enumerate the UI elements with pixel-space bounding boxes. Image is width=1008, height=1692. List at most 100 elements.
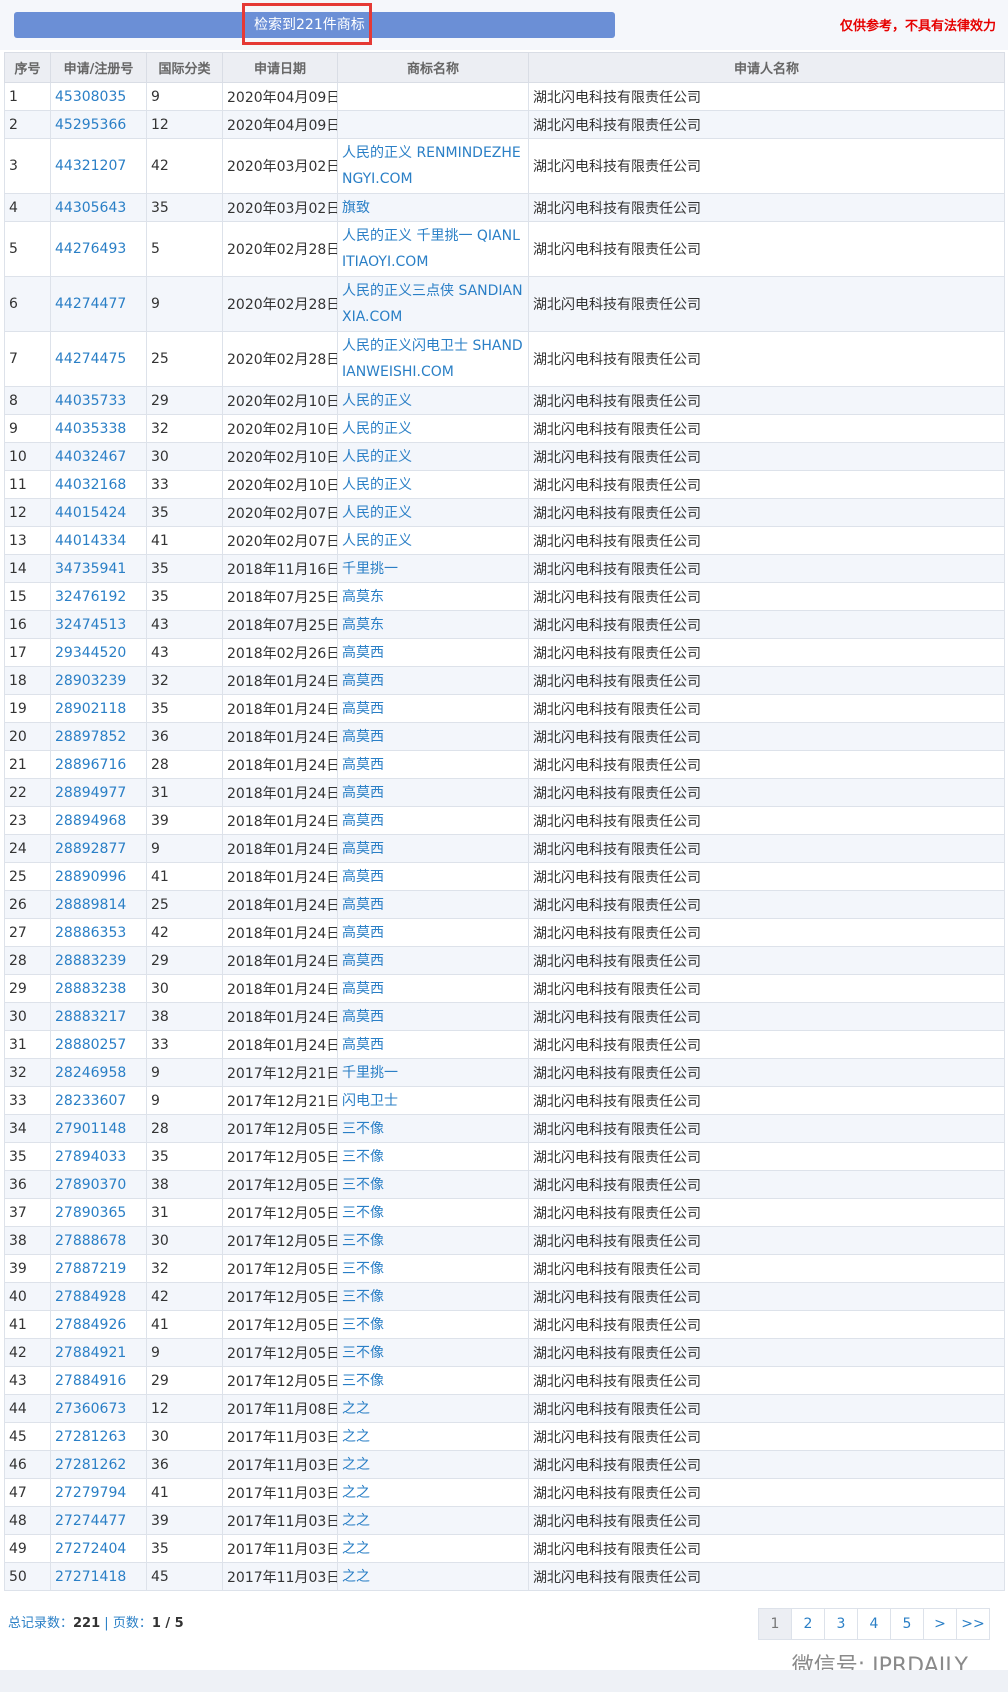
cell-trademark-name[interactable]: 人民的正义 — [337, 386, 529, 415]
cell-reg-number[interactable]: 44032467 — [50, 442, 147, 471]
cell-trademark-name[interactable]: 三不像 — [337, 1254, 529, 1283]
cell-reg-number[interactable]: 28880257 — [50, 1030, 147, 1059]
page-3-button[interactable]: 3 — [824, 1608, 858, 1640]
cell-trademark-name[interactable]: 高莫西 — [337, 694, 529, 723]
cell-trademark-name[interactable]: 人民的正义 — [337, 470, 529, 499]
cell-reg-number[interactable]: 27360673 — [50, 1394, 147, 1423]
cell-trademark-name[interactable]: 之之 — [337, 1562, 529, 1591]
cell-trademark-name[interactable]: 高莫西 — [337, 918, 529, 947]
cell-trademark-name[interactable]: 三不像 — [337, 1310, 529, 1339]
next-page-button[interactable]: > — [923, 1608, 957, 1640]
cell-trademark-name[interactable]: 之之 — [337, 1478, 529, 1507]
cell-reg-number[interactable]: 28890996 — [50, 862, 147, 891]
cell-reg-number[interactable]: 28892877 — [50, 834, 147, 863]
cell-reg-number[interactable]: 27888678 — [50, 1226, 147, 1255]
cell-reg-number[interactable]: 27887219 — [50, 1254, 147, 1283]
cell-trademark-name[interactable]: 三不像 — [337, 1338, 529, 1367]
cell-reg-number[interactable]: 45308035 — [50, 82, 147, 111]
cell-trademark-name[interactable]: 三不像 — [337, 1114, 529, 1143]
cell-trademark-name[interactable] — [337, 82, 529, 111]
cell-trademark-name[interactable]: 高莫西 — [337, 722, 529, 751]
cell-reg-number[interactable]: 28233607 — [50, 1086, 147, 1115]
cell-trademark-name[interactable]: 高莫东 — [337, 582, 529, 611]
cell-reg-number[interactable]: 44014334 — [50, 526, 147, 555]
cell-reg-number[interactable]: 28896716 — [50, 750, 147, 779]
cell-trademark-name[interactable]: 之之 — [337, 1394, 529, 1423]
cell-reg-number[interactable]: 28897852 — [50, 722, 147, 751]
cell-reg-number[interactable]: 27884926 — [50, 1310, 147, 1339]
cell-reg-number[interactable]: 45295366 — [50, 110, 147, 139]
cell-trademark-name[interactable]: 之之 — [337, 1450, 529, 1479]
page-5-button[interactable]: 5 — [890, 1608, 924, 1640]
cell-reg-number[interactable]: 32476192 — [50, 582, 147, 611]
cell-trademark-name[interactable]: 旗致 — [337, 193, 529, 222]
cell-reg-number[interactable]: 44276493 — [50, 221, 147, 277]
cell-trademark-name[interactable]: 之之 — [337, 1422, 529, 1451]
cell-reg-number[interactable]: 44035733 — [50, 386, 147, 415]
cell-trademark-name[interactable]: 之之 — [337, 1506, 529, 1535]
cell-trademark-name[interactable] — [337, 110, 529, 139]
cell-trademark-name[interactable]: 三不像 — [337, 1226, 529, 1255]
last-page-button[interactable]: >> — [956, 1608, 990, 1640]
cell-reg-number[interactable]: 44274477 — [50, 276, 147, 332]
cell-reg-number[interactable]: 27884928 — [50, 1282, 147, 1311]
cell-trademark-name[interactable]: 高莫西 — [337, 1002, 529, 1031]
cell-reg-number[interactable]: 27890365 — [50, 1198, 147, 1227]
cell-reg-number[interactable]: 28883238 — [50, 974, 147, 1003]
cell-trademark-name[interactable]: 高莫西 — [337, 666, 529, 695]
cell-trademark-name[interactable]: 闪电卫士 — [337, 1086, 529, 1115]
cell-trademark-name[interactable]: 高莫西 — [337, 778, 529, 807]
cell-reg-number[interactable]: 28883217 — [50, 1002, 147, 1031]
cell-trademark-name[interactable]: 高莫西 — [337, 834, 529, 863]
cell-trademark-name[interactable]: 高莫西 — [337, 974, 529, 1003]
cell-reg-number[interactable]: 28886353 — [50, 918, 147, 947]
cell-trademark-name[interactable]: 人民的正义 — [337, 526, 529, 555]
cell-trademark-name[interactable]: 人民的正义 — [337, 414, 529, 443]
cell-trademark-name[interactable]: 三不像 — [337, 1170, 529, 1199]
cell-trademark-name[interactable]: 千里挑一 — [337, 1058, 529, 1087]
cell-reg-number[interactable]: 27901148 — [50, 1114, 147, 1143]
cell-reg-number[interactable]: 28883239 — [50, 946, 147, 975]
cell-reg-number[interactable]: 44305643 — [50, 193, 147, 222]
cell-reg-number[interactable]: 27281263 — [50, 1422, 147, 1451]
cell-trademark-name[interactable]: 高莫东 — [337, 610, 529, 639]
cell-reg-number[interactable]: 27890370 — [50, 1170, 147, 1199]
page-1-button[interactable]: 1 — [758, 1608, 792, 1640]
cell-reg-number[interactable]: 27884921 — [50, 1338, 147, 1367]
cell-reg-number[interactable]: 27271418 — [50, 1562, 147, 1591]
cell-reg-number[interactable]: 27274477 — [50, 1506, 147, 1535]
cell-reg-number[interactable]: 44274475 — [50, 331, 147, 387]
cell-trademark-name[interactable]: 人民的正义 千里挑一 QIANLITIAOYI.COM — [337, 221, 529, 277]
cell-trademark-name[interactable]: 高莫西 — [337, 862, 529, 891]
cell-reg-number[interactable]: 28894968 — [50, 806, 147, 835]
cell-reg-number[interactable]: 27894033 — [50, 1142, 147, 1171]
cell-reg-number[interactable]: 28902118 — [50, 694, 147, 723]
cell-trademark-name[interactable]: 人民的正义 — [337, 442, 529, 471]
cell-reg-number[interactable]: 27279794 — [50, 1478, 147, 1507]
cell-reg-number[interactable]: 27884916 — [50, 1366, 147, 1395]
cell-trademark-name[interactable]: 高莫西 — [337, 638, 529, 667]
cell-reg-number[interactable]: 28903239 — [50, 666, 147, 695]
cell-trademark-name[interactable]: 人民的正义 RENMINDEZHENGYI.COM — [337, 138, 529, 194]
cell-reg-number[interactable]: 28894977 — [50, 778, 147, 807]
cell-trademark-name[interactable]: 高莫西 — [337, 1030, 529, 1059]
cell-trademark-name[interactable]: 高莫西 — [337, 806, 529, 835]
cell-trademark-name[interactable]: 人民的正义闪电卫士 SHANDIANWEISHI.COM — [337, 331, 529, 387]
cell-trademark-name[interactable]: 之之 — [337, 1534, 529, 1563]
cell-reg-number[interactable]: 27272404 — [50, 1534, 147, 1563]
cell-trademark-name[interactable]: 三不像 — [337, 1198, 529, 1227]
cell-trademark-name[interactable]: 三不像 — [337, 1142, 529, 1171]
cell-trademark-name[interactable]: 高莫西 — [337, 946, 529, 975]
cell-reg-number[interactable]: 29344520 — [50, 638, 147, 667]
cell-reg-number[interactable]: 44321207 — [50, 138, 147, 194]
cell-reg-number[interactable]: 34735941 — [50, 554, 147, 583]
page-2-button[interactable]: 2 — [791, 1608, 825, 1640]
cell-reg-number[interactable]: 44035338 — [50, 414, 147, 443]
cell-trademark-name[interactable]: 高莫西 — [337, 750, 529, 779]
cell-trademark-name[interactable]: 高莫西 — [337, 890, 529, 919]
cell-trademark-name[interactable]: 千里挑一 — [337, 554, 529, 583]
cell-reg-number[interactable]: 28246958 — [50, 1058, 147, 1087]
cell-trademark-name[interactable]: 三不像 — [337, 1366, 529, 1395]
cell-reg-number[interactable]: 44032168 — [50, 470, 147, 499]
cell-reg-number[interactable]: 27281262 — [50, 1450, 147, 1479]
